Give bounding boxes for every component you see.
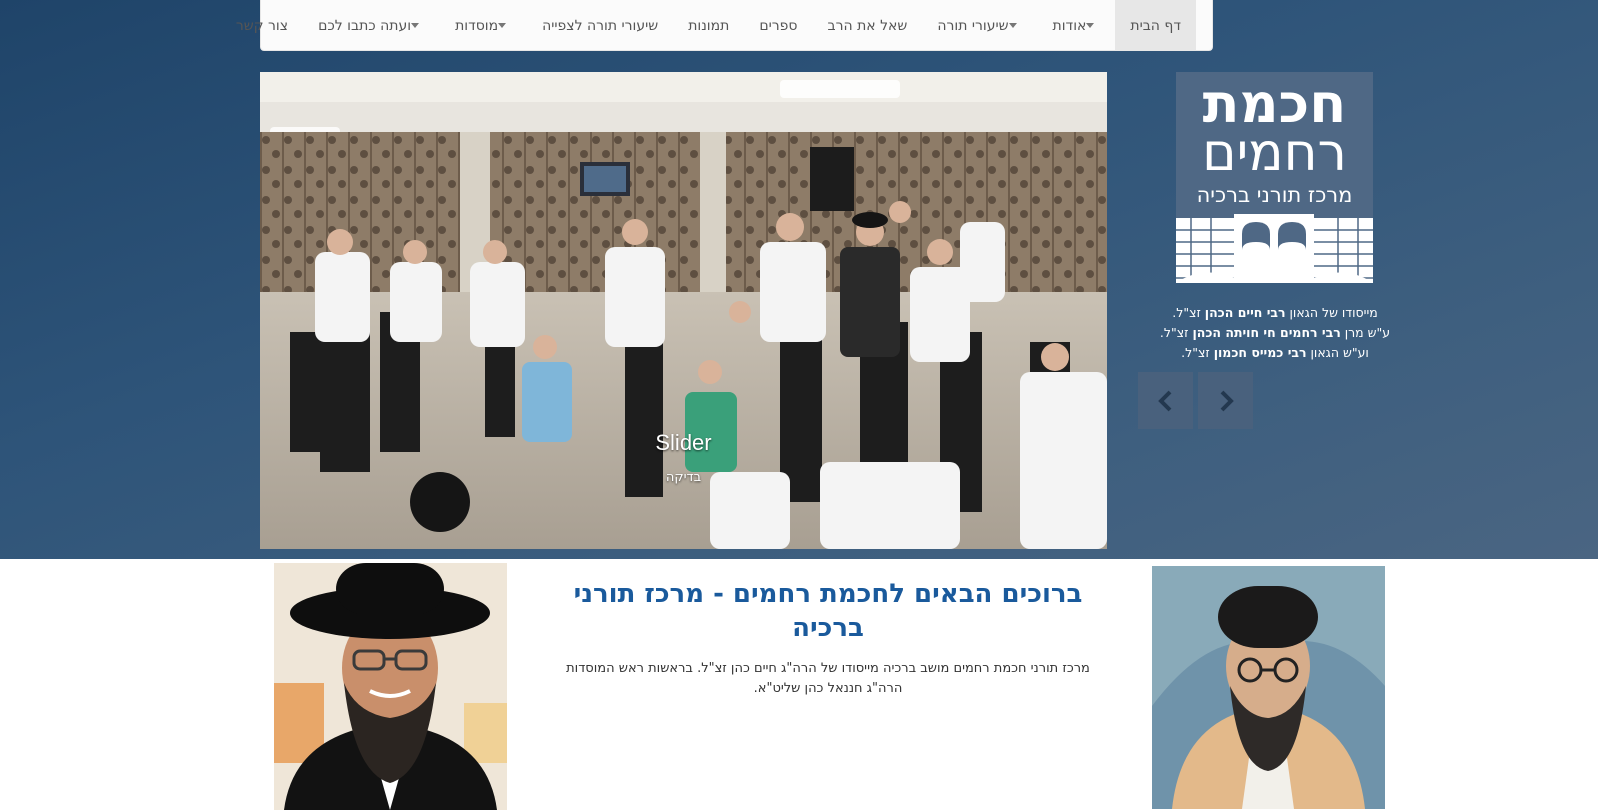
chevron-down-icon <box>1008 23 1017 28</box>
slider-prev-button[interactable] <box>1138 372 1193 429</box>
nav-item-label: מוסדות <box>455 17 499 34</box>
logo-text-line2: רחמים <box>1202 123 1347 183</box>
founder-line-1-name: רבי חיים הכהן <box>1204 305 1286 320</box>
founder-line-1-post: זצ"ל. <box>1172 305 1205 320</box>
nav-item-label: ועתה כתבו לכם <box>318 17 412 34</box>
nav-item-contact[interactable]: צור קשר <box>221 0 303 51</box>
slider-next-button[interactable] <box>1198 372 1253 429</box>
nav-item-label: ספרים <box>759 17 798 34</box>
nav-item-label: שיעורי תורה <box>937 17 1009 34</box>
founder-line-1-pre: מייסודו של הגאון <box>1285 305 1378 320</box>
nav-item-video-lessons[interactable]: שיעורי תורה לצפייה <box>527 0 673 51</box>
chevron-left-icon <box>1157 390 1171 411</box>
slide-title: Slider <box>655 430 712 455</box>
nav-item-home[interactable]: דף הבית <box>1115 0 1196 51</box>
nav-item-write-to-you[interactable]: ועתה כתבו לכם <box>303 0 440 51</box>
nav-item-torah-lessons[interactable]: שיעורי תורה <box>922 0 1037 51</box>
founder-line-2-name: רבי רחמים חי חויתה הכהן <box>1192 325 1341 340</box>
welcome-body: מרכז תורני חכמת רחמים מושב ברכיה מייסודו… <box>566 661 1090 696</box>
nav-item-label: שיעורי תורה לצפייה <box>542 17 659 34</box>
nav-item-label: דף הבית <box>1130 17 1181 34</box>
founder-line-3-name: רבי כמייס חכמון <box>1213 345 1307 360</box>
slide-subtitle: בדיקה <box>665 470 702 485</box>
main-navbar: דף הבית אודות שיעורי תורה שאל את הרב ספרים תמ… <box>236 0 1213 51</box>
founder-line-2: ע"ש מרן רבי רחמים חי חויתה הכהן זצ"ל. <box>1155 323 1395 343</box>
nav-item-label: אודות <box>1052 17 1087 34</box>
chevron-down-icon <box>1086 23 1095 28</box>
site-logo[interactable]: חכמת רחמים מרכז תורני ברכיה <box>1176 72 1373 283</box>
chevron-down-icon <box>411 23 420 28</box>
founder-line-3: וע"ש הגאון רבי כמייס חכמון זצ"ל. <box>1155 343 1395 363</box>
founder-line-2-post: זצ"ל. <box>1159 325 1193 340</box>
chevron-right-icon <box>1220 390 1234 411</box>
logo-text-line3: מרכז תורני ברכיה <box>1196 183 1353 207</box>
nav-item-photos[interactable]: תמונות <box>673 0 744 51</box>
nav-list: דף הבית אודות שיעורי תורה שאל את הרב ספרים תמ… <box>221 0 1196 51</box>
rabbi-portrait-image <box>274 563 507 810</box>
chevron-down-icon <box>498 23 507 28</box>
rabbi-painting-image <box>1152 566 1385 809</box>
founders-text: מייסודו של הגאון רבי חיים הכהן זצ"ל. ע"ש… <box>1155 303 1395 363</box>
founder-line-3-post: זצ"ל. <box>1181 345 1214 360</box>
welcome-section: ברוכים הבאים לחכמת רחמים - מרכז תורני בר… <box>548 577 1108 699</box>
nav-item-books[interactable]: ספרים <box>744 0 812 51</box>
nav-item-about[interactable]: אודות <box>1038 0 1116 51</box>
founder-line-1: מייסודו של הגאון רבי חיים הכהן זצ"ל. <box>1155 303 1395 323</box>
nav-item-institutions[interactable]: מוסדות <box>440 0 527 51</box>
founder-line-2-pre: ע"ש מרן <box>1340 325 1391 340</box>
nav-item-label: תמונות <box>688 17 730 34</box>
founder-line-3-pre: וע"ש הגאון <box>1306 345 1369 360</box>
stone-wall-icon <box>1176 214 1373 283</box>
portrait-rabbi-right[interactable] <box>1152 566 1385 809</box>
nav-item-label: צור קשר <box>235 17 289 34</box>
nav-item-label: שאל את הרב <box>827 17 908 34</box>
welcome-title: ברוכים הבאים לחכמת רחמים - מרכז תורני בר… <box>573 579 1083 643</box>
nav-item-ask-the-rabbi[interactable]: שאל את הרב <box>813 0 923 51</box>
image-slider[interactable]: Slider בדיקה <box>260 72 1107 549</box>
portrait-rabbi-left[interactable] <box>274 563 507 810</box>
